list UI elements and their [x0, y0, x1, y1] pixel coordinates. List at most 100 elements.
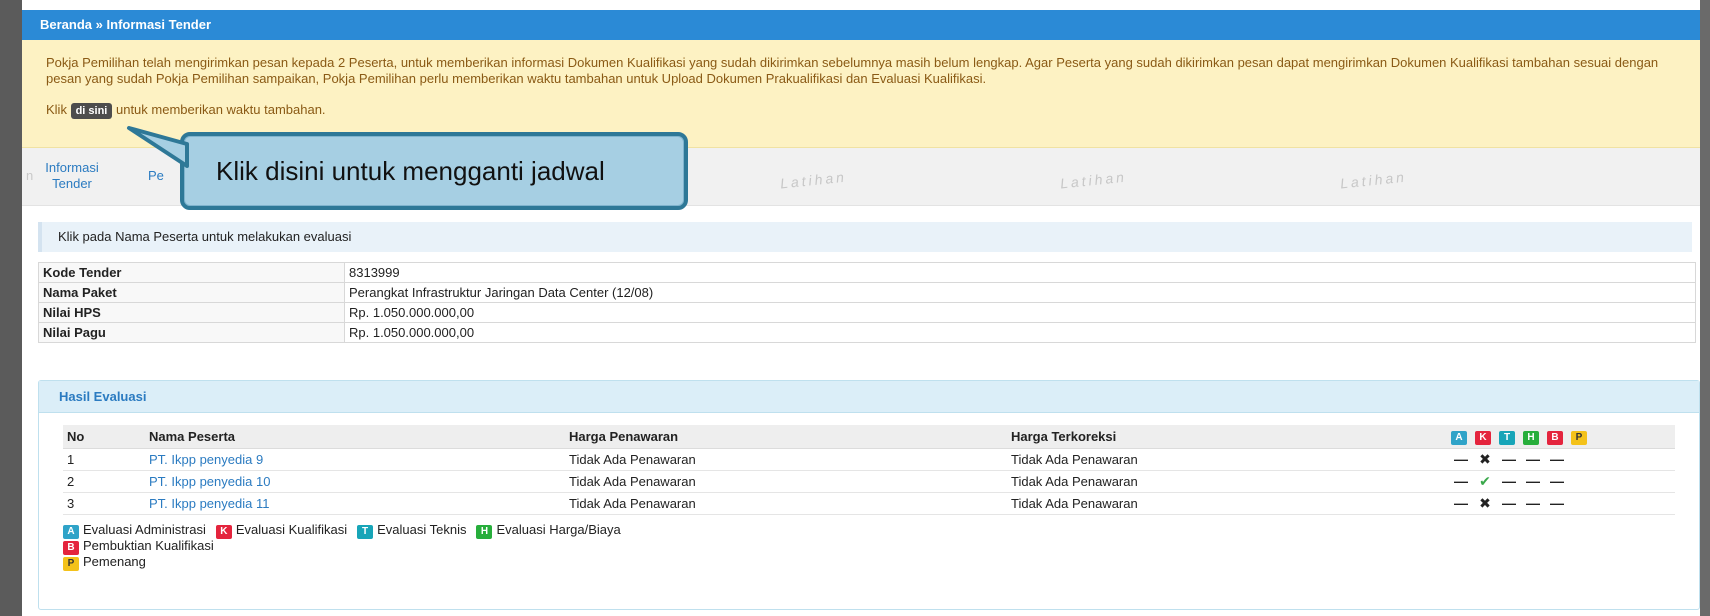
badge-t: T: [1499, 431, 1515, 445]
breadcrumb-current: Informasi Tender: [106, 17, 212, 32]
status-dash-icon: —: [1526, 495, 1540, 511]
notice-klik-line: Klik di sini untuk memberikan waktu tamb…: [46, 102, 1686, 119]
cell-status: — ✖ — — —: [1447, 448, 1675, 471]
col-header-nama: Nama Peserta: [145, 425, 565, 449]
legend-item: T Evaluasi Teknis: [357, 523, 466, 539]
status-dash-icon: —: [1502, 451, 1516, 467]
table-row: Kode Tender 8313999: [38, 262, 1696, 283]
cell-harga: Tidak Ada Penawaran: [565, 448, 1007, 471]
status-dash-icon: —: [1454, 473, 1468, 489]
cell-harga: Tidak Ada Penawaran: [565, 470, 1007, 493]
badge-a: A: [1451, 431, 1467, 445]
status-dash-icon: —: [1454, 451, 1468, 467]
table-row: Nilai Pagu Rp. 1.050.000.000,00: [38, 322, 1696, 343]
col-header-harga: Harga Penawaran: [565, 425, 1007, 449]
table-row: Nama Paket Perangkat Infrastruktur Jarin…: [38, 282, 1696, 303]
callout-pointer-icon: [127, 126, 189, 168]
tab-informasi-tender[interactable]: Informasi Tender: [42, 160, 102, 192]
info-value: Rp. 1.050.000.000,00: [344, 302, 1696, 323]
notice-message: Pokja Pemilihan telah mengirimkan pesan …: [46, 55, 1659, 86]
table-row: 1 PT. Ikpp penyedia 9 Tidak Ada Penawara…: [63, 448, 1675, 471]
table-row: Nilai HPS Rp. 1.050.000.000,00: [38, 302, 1696, 323]
legend-label: Evaluasi Administrasi: [83, 522, 206, 537]
panel-title: Hasil Evaluasi: [39, 381, 1699, 413]
badge-b: B: [1547, 431, 1563, 445]
status-dash-icon: —: [1550, 451, 1564, 467]
legend: A Evaluasi Administrasi K Evaluasi Kualifik…: [63, 523, 1675, 571]
window-frame-right: [1700, 0, 1710, 616]
di-sini-button[interactable]: di sini: [70, 103, 113, 119]
panel-body: No Nama Peserta Harga Penawaran Harga Te…: [39, 413, 1699, 583]
page: Beranda » Informasi Tender Pokja Pemilih…: [22, 0, 1700, 616]
info-label: Nama Paket: [38, 282, 345, 303]
legend-label: Evaluasi Kualifikasi: [235, 522, 348, 537]
tender-info-table: Kode Tender 8313999 Nama Paket Perangkat…: [38, 262, 1696, 343]
cell-nama: PT. Ikpp penyedia 9: [145, 448, 565, 471]
badge-p: P: [1571, 431, 1587, 445]
tab-partial-left: n: [26, 168, 34, 183]
badge-h: H: [476, 525, 493, 539]
peserta-link[interactable]: PT. Ikpp penyedia 10: [149, 474, 270, 489]
peserta-link[interactable]: PT. Ikpp penyedia 11: [149, 496, 269, 511]
status-dash-icon: —: [1454, 495, 1468, 511]
status-dash-icon: —: [1502, 473, 1516, 489]
breadcrumb-home[interactable]: Beranda: [40, 17, 92, 32]
info-value: Perangkat Infrastruktur Jaringan Data Ce…: [344, 282, 1696, 303]
legend-label: Pemenang: [83, 554, 146, 569]
peserta-link[interactable]: PT. Ikpp penyedia 9: [149, 452, 263, 467]
info-value: 8313999: [344, 262, 1696, 283]
cell-no: 3: [63, 492, 145, 515]
legend-item: A Evaluasi Administrasi: [63, 523, 206, 539]
callout-text: Klik disini untuk mengganti jadwal: [216, 155, 605, 186]
cell-nama: PT. Ikpp penyedia 11: [145, 492, 565, 515]
col-header-no: No: [63, 425, 145, 449]
info-value: Rp. 1.050.000.000,00: [344, 322, 1696, 343]
status-cross-icon: ✖: [1479, 451, 1491, 467]
notice-klik-prefix: Klik: [46, 102, 67, 117]
status-dash-icon: —: [1502, 495, 1516, 511]
badge-b: B: [63, 541, 79, 555]
badge-t: T: [357, 525, 374, 539]
callout-tooltip: Klik disini untuk mengganti jadwal: [180, 132, 688, 210]
info-label: Nilai HPS: [38, 302, 345, 323]
info-label: Nilai Pagu: [38, 322, 345, 343]
legend-item: P Pemenang: [63, 555, 1675, 571]
table-header-row: No Nama Peserta Harga Penawaran Harga Te…: [63, 425, 1675, 449]
status-dash-icon: —: [1526, 473, 1540, 489]
breadcrumb-separator: »: [95, 17, 103, 32]
legend-item: B Pembuktian Kualifikasi: [63, 539, 1675, 555]
status-cross-icon: ✖: [1479, 495, 1491, 511]
col-header-badges: AKTHBP: [1447, 425, 1675, 449]
cell-koreksi: Tidak Ada Penawaran: [1007, 492, 1447, 515]
table-row: 2 PT. Ikpp penyedia 10 Tidak Ada Penawar…: [63, 470, 1675, 493]
hasil-evaluasi-table: No Nama Peserta Harga Penawaran Harga Te…: [63, 425, 1675, 515]
cell-koreksi: Tidak Ada Penawaran: [1007, 448, 1447, 471]
window-frame-left: [0, 0, 22, 616]
cell-status: — ✔ — — —: [1447, 470, 1675, 493]
col-header-koreksi: Harga Terkoreksi: [1007, 425, 1447, 449]
status-dash-icon: —: [1550, 495, 1564, 511]
cell-no: 1: [63, 448, 145, 471]
info-label: Kode Tender: [38, 262, 345, 283]
table-row: 3 PT. Ikpp penyedia 11 Tidak Ada Penawar…: [63, 492, 1675, 515]
cell-koreksi: Tidak Ada Penawaran: [1007, 470, 1447, 493]
legend-label: Evaluasi Teknis: [377, 522, 467, 537]
status-dash-icon: —: [1526, 451, 1540, 467]
cell-nama: PT. Ikpp penyedia 10: [145, 470, 565, 493]
badge-a: A: [63, 525, 79, 539]
hasil-evaluasi-panel: Hasil Evaluasi No Nama Peserta Harga Pen…: [38, 380, 1700, 610]
watermark-1: Latihan: [779, 168, 848, 192]
badge-k: K: [215, 525, 232, 539]
status-check-icon: ✔: [1479, 473, 1491, 489]
tab-informasi-tender-label: Informasi Tender: [45, 160, 99, 191]
cell-no: 2: [63, 470, 145, 493]
watermark-2: Latihan: [1059, 168, 1128, 192]
breadcrumb: Beranda » Informasi Tender: [22, 0, 1700, 40]
legend-item: K Evaluasi Kualifikasi: [215, 522, 348, 539]
badge-p: P: [63, 557, 79, 571]
watermark-3: Latihan: [1339, 168, 1408, 192]
instruction-box: Klik pada Nama Peserta untuk melakukan e…: [38, 222, 1692, 252]
badge-k: K: [1475, 431, 1491, 445]
notice-klik-suffix: untuk memberikan waktu tambahan.: [115, 102, 326, 117]
cell-harga: Tidak Ada Penawaran: [565, 492, 1007, 515]
